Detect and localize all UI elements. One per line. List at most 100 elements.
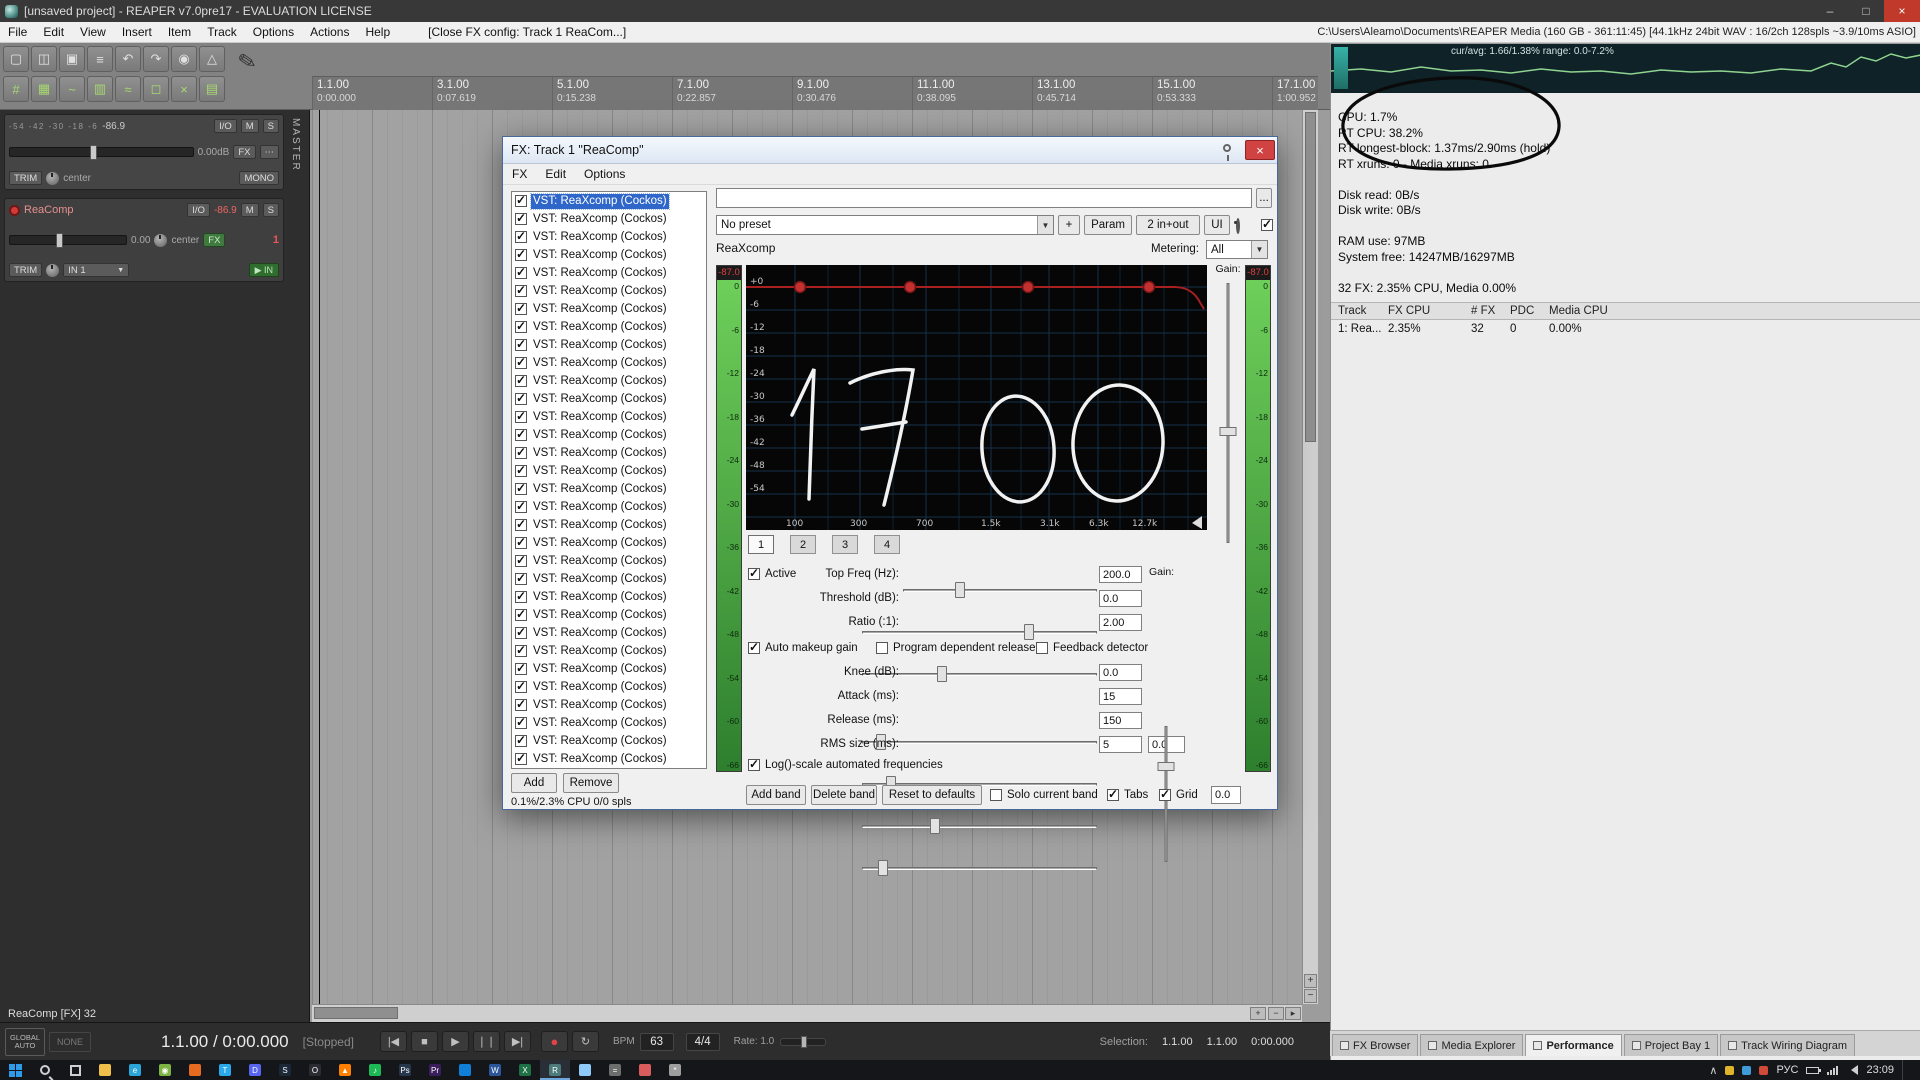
ruler-tick[interactable]: 3.1.00 0:07.619 <box>432 77 552 110</box>
save-preset-button[interactable]: + <box>1058 215 1080 235</box>
fx-enable-checkbox[interactable] <box>515 717 527 729</box>
track-mute-button[interactable]: M <box>241 203 259 217</box>
track-solo-button[interactable]: S <box>263 203 279 217</box>
fx-enable-checkbox[interactable] <box>515 375 527 387</box>
search-icon[interactable] <box>30 1060 60 1080</box>
fx-enable-checkbox[interactable] <box>515 231 527 243</box>
tray-icon-2[interactable] <box>1742 1066 1751 1075</box>
fx-chain-item[interactable]: VST: ReaXcomp (Cockos) <box>512 588 706 606</box>
fx-chain-item[interactable]: VST: ReaXcomp (Cockos) <box>512 534 706 552</box>
track-fx-button[interactable]: FX <box>203 233 225 247</box>
master-mono-button[interactable]: MONO <box>239 171 279 185</box>
fx-chain-item[interactable]: VST: ReaXcomp (Cockos) <box>512 336 706 354</box>
master-pan-knob[interactable] <box>46 172 59 185</box>
grid-checkbox[interactable]: Grid <box>1159 787 1198 803</box>
vertical-scrollbar[interactable]: + − <box>1302 110 1318 1004</box>
band-handle[interactable] <box>1144 282 1155 293</box>
horizontal-scrollbar-thumb[interactable] <box>314 1007 398 1019</box>
fx-chain-item[interactable]: VST: ReaXcomp (Cockos) <box>512 246 706 264</box>
table-header-row[interactable]: Track FX CPU # FX PDC Media CPU <box>1331 302 1920 320</box>
premiere-icon[interactable]: Pr <box>420 1060 450 1080</box>
edge-icon[interactable]: e <box>120 1060 150 1080</box>
fx-window-title-bar[interactable]: FX: Track 1 "ReaComp" × <box>503 137 1277 164</box>
fx-enable-checkbox[interactable] <box>515 213 527 225</box>
grid-value[interactable]: 0.0 <box>1211 786 1241 804</box>
speaker-icon[interactable] <box>1846 1065 1858 1075</box>
fx-chain-item[interactable]: VST: ReaXcomp (Cockos) <box>512 480 706 498</box>
tab-media-explorer[interactable]: Media Explorer <box>1420 1034 1523 1056</box>
notepad-icon[interactable] <box>570 1060 600 1080</box>
telegram-icon[interactable]: T <box>210 1060 240 1080</box>
start-button[interactable] <box>0 1060 30 1080</box>
band-tab-2[interactable]: 2 <box>790 535 816 554</box>
log-scale-checkbox[interactable]: Log()-scale automated frequencies <box>748 757 943 773</box>
fx-enable-checkbox[interactable] <box>515 357 527 369</box>
undo-button[interactable]: ↶ <box>115 46 141 72</box>
close-fx-config-shortcut[interactable]: [Close FX config: Track 1 ReaCom...] <box>420 22 634 42</box>
ratio-value[interactable]: 2.00 <box>1099 614 1142 631</box>
master-fx-button[interactable]: FX <box>233 145 255 159</box>
ui-toggle-button[interactable]: UI <box>1204 215 1230 235</box>
band-gain-thumb[interactable] <box>1158 762 1175 771</box>
menu-item[interactable]: Item <box>160 22 199 42</box>
fx-chain-item[interactable]: VST: ReaXcomp (Cockos) <box>512 570 706 588</box>
language-indicator[interactable]: РУС <box>1776 1064 1798 1076</box>
output-gain-thumb[interactable] <box>1220 427 1237 436</box>
zoom-in-button[interactable]: + <box>1304 974 1317 988</box>
obs-icon[interactable]: O <box>300 1060 330 1080</box>
tray-icon-1[interactable] <box>1725 1066 1734 1075</box>
grid-toggle-button[interactable]: ▦ <box>31 76 57 102</box>
ruler-tick[interactable]: 15.1.00 0:53.333 <box>1152 77 1272 110</box>
menu-item[interactable]: File <box>0 22 35 42</box>
fx-filter-input[interactable] <box>716 188 1252 208</box>
master-track-panel[interactable]: -54 -42 -30 -18 -6 -86.9 I/O M S 0.00dB … <box>4 114 284 190</box>
hidden-icons-chevron[interactable]: ∧ <box>1709 1064 1717 1077</box>
fx-enable-checkbox[interactable] <box>515 465 527 477</box>
band-tab-3[interactable]: 3 <box>832 535 858 554</box>
table-row[interactable]: 1: Rea... 2.35% 32 0 0.00% <box>1331 320 1920 338</box>
master-solo-button[interactable]: S <box>263 119 279 133</box>
lock-button[interactable]: ◻ <box>143 76 169 102</box>
fx-enable-checkbox[interactable] <box>515 267 527 279</box>
fx-chain-item[interactable]: VST: ReaXcomp (Cockos) <box>512 354 706 372</box>
close-button[interactable]: × <box>1884 0 1920 22</box>
fx-enable-checkbox[interactable] <box>515 393 527 405</box>
open-project-button[interactable]: ◫ <box>31 46 57 72</box>
save-project-button[interactable]: ▣ <box>59 46 85 72</box>
output-gain-fader[interactable]: Gain: <box>1213 263 1243 551</box>
knee-value[interactable]: 0.0 <box>1099 664 1142 681</box>
remove-fx-button[interactable]: Remove <box>563 773 619 793</box>
project-settings-button[interactable]: ≡ <box>87 46 113 72</box>
notification-center-button[interactable] <box>1902 1060 1916 1080</box>
fx-chain-item[interactable]: VST: ReaXcomp (Cockos) <box>512 228 706 246</box>
vscode-icon[interactable] <box>450 1060 480 1080</box>
render-button[interactable]: ◉ <box>171 46 197 72</box>
play-button[interactable]: ▶ <box>442 1031 469 1052</box>
discord-icon[interactable]: D <box>240 1060 270 1080</box>
battery-icon[interactable] <box>1806 1067 1819 1074</box>
fx-enable-checkbox[interactable] <box>515 483 527 495</box>
chrome-icon[interactable]: ◉ <box>150 1060 180 1080</box>
fx-menu-item[interactable]: FX <box>503 167 536 181</box>
selection-end[interactable]: 1.1.00 <box>1207 1036 1238 1048</box>
snap-toggle-button[interactable]: # <box>3 76 29 102</box>
menu-item[interactable]: Track <box>199 22 245 42</box>
paint-icon[interactable] <box>630 1060 660 1080</box>
master-volume-fader[interactable] <box>9 147 194 157</box>
feedback-detector-checkbox[interactable]: Feedback detector <box>1036 640 1148 656</box>
network-icon[interactable] <box>1827 1066 1838 1075</box>
fx-enable-checkbox[interactable] <box>515 321 527 333</box>
rms-size-value[interactable]: 5 <box>1099 736 1142 753</box>
word-icon[interactable]: W <box>480 1060 510 1080</box>
fx-enable-checkbox[interactable] <box>515 573 527 585</box>
add-fx-button[interactable]: Add <box>511 773 557 793</box>
ripple-edit-button[interactable]: ≈ <box>115 76 141 102</box>
pause-button[interactable]: ❘❘ <box>473 1031 500 1052</box>
top-freq-value[interactable]: 200.0 <box>1099 566 1142 583</box>
fx-chain-item[interactable]: VST: ReaXcomp (Cockos) <box>512 444 706 462</box>
ruler-tick[interactable]: 11.1.00 0:38.095 <box>912 77 1032 110</box>
menu-item[interactable]: Actions <box>302 22 357 42</box>
track-volume-fader[interactable] <box>9 235 127 245</box>
selection-display[interactable]: Selection: 1.1.00 1.1.00 0:00.000 <box>1100 1036 1294 1048</box>
tray-icon-3[interactable] <box>1759 1066 1768 1075</box>
